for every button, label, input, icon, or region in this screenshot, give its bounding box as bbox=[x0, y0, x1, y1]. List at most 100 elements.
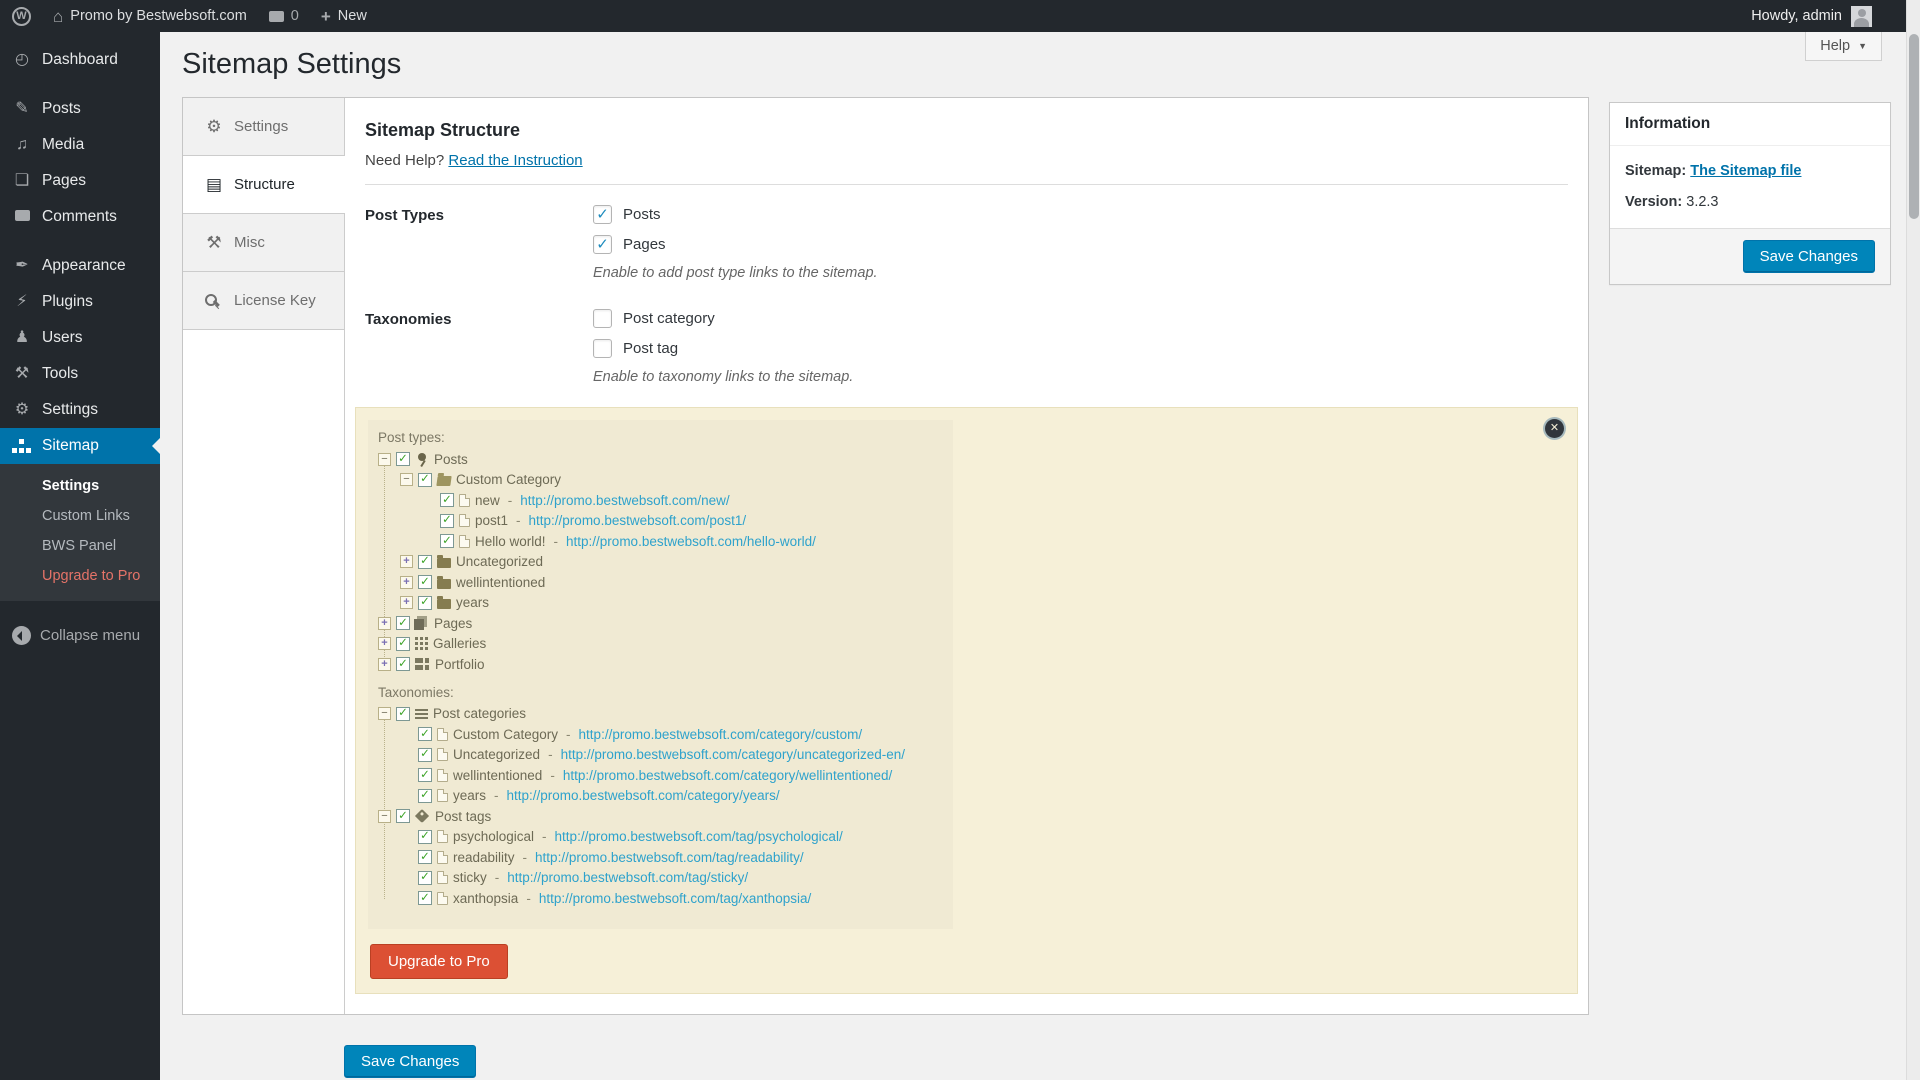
comments-icon bbox=[11, 209, 33, 225]
checkbox-option-pages[interactable]: Pages bbox=[593, 235, 1568, 254]
sidebar-item-plugins[interactable]: ⚡Plugins bbox=[0, 284, 160, 320]
sidebar-item-posts[interactable]: ✎Posts bbox=[0, 91, 160, 127]
node-url-link[interactable]: http://promo.bestwebsoft.com/tag/sticky/ bbox=[507, 870, 748, 885]
sidebar-item-pages[interactable]: ❏Pages bbox=[0, 163, 160, 199]
tab-misc[interactable]: ⚒Misc bbox=[183, 214, 344, 272]
expander-slot bbox=[400, 728, 413, 741]
tab-settings[interactable]: ⚙Settings bbox=[183, 98, 344, 156]
node-checkbox[interactable]: ✓ bbox=[396, 616, 410, 630]
expand-node-icon[interactable]: + bbox=[400, 576, 413, 589]
node-url-link[interactable]: http://promo.bestwebsoft.com/new/ bbox=[520, 493, 729, 508]
node-checkbox[interactable]: ✓ bbox=[418, 748, 432, 762]
node-checkbox[interactable]: ✓ bbox=[418, 727, 432, 741]
sidebar-item-label: Comments bbox=[42, 208, 117, 226]
sidebar-item-tools[interactable]: ⚒Tools bbox=[0, 356, 160, 392]
node-separator: - bbox=[566, 727, 571, 742]
upgrade-to-pro-button[interactable]: Upgrade to Pro bbox=[370, 944, 508, 979]
expand-node-icon[interactable]: + bbox=[400, 596, 413, 609]
submenu-item-settings[interactable]: Settings bbox=[0, 471, 160, 501]
sidebar-item-sitemap[interactable]: Sitemap bbox=[0, 428, 160, 464]
node-checkbox[interactable]: ✓ bbox=[418, 596, 432, 610]
scrollbar-thumb[interactable] bbox=[1909, 34, 1919, 219]
sitemap-tree: Post types:−✓Posts−✓Custom Category✓new-… bbox=[368, 420, 953, 929]
divider bbox=[365, 184, 1568, 185]
node-url-link[interactable]: http://promo.bestwebsoft.com/tag/xanthop… bbox=[539, 891, 811, 906]
tab-license-key[interactable]: License Key bbox=[183, 272, 344, 330]
node-checkbox[interactable]: ✓ bbox=[418, 575, 432, 589]
close-icon[interactable]: ✕ bbox=[1545, 419, 1564, 438]
expand-node-icon[interactable]: + bbox=[378, 658, 391, 671]
read-instruction-link[interactable]: Read the Instruction bbox=[448, 152, 582, 169]
node-checkbox[interactable]: ✓ bbox=[396, 707, 410, 721]
sitemap-icon bbox=[11, 438, 33, 454]
node-url-link[interactable]: http://promo.bestwebsoft.com/hello-world… bbox=[566, 534, 816, 549]
sitemap-file-link[interactable]: The Sitemap file bbox=[1690, 163, 1801, 179]
checkbox[interactable] bbox=[593, 205, 612, 224]
node-url-link[interactable]: http://promo.bestwebsoft.com/category/cu… bbox=[579, 727, 863, 742]
sidebar-item-media[interactable]: ♫Media bbox=[0, 127, 160, 163]
node-checkbox[interactable]: ✓ bbox=[418, 473, 432, 487]
users-icon: ♟ bbox=[11, 330, 33, 346]
checkbox[interactable] bbox=[593, 339, 612, 358]
node-url-link[interactable]: http://promo.bestwebsoft.com/tag/readabi… bbox=[535, 850, 804, 865]
tab-structure[interactable]: ▤Structure bbox=[183, 156, 345, 214]
expander-slot bbox=[422, 494, 435, 507]
checkbox-option-posts[interactable]: Posts bbox=[593, 205, 1568, 224]
version-label: Version: bbox=[1625, 194, 1682, 210]
wordpress-logo-menu[interactable]: W bbox=[12, 7, 31, 26]
node-url-link[interactable]: http://promo.bestwebsoft.com/category/un… bbox=[561, 747, 905, 762]
collapse-menu-button[interactable]: Collapse menu bbox=[0, 615, 160, 656]
comments-menu[interactable]: 0 bbox=[269, 8, 299, 24]
expand-node-icon[interactable]: + bbox=[400, 555, 413, 568]
site-name-link[interactable]: ⌂ Promo by Bestwebsoft.com bbox=[53, 8, 247, 25]
scrollbar-track[interactable] bbox=[1906, 0, 1920, 1080]
node-checkbox[interactable]: ✓ bbox=[396, 657, 410, 671]
howdy-account-menu[interactable]: Howdy, admin bbox=[1751, 8, 1842, 24]
tree-node: + ✓ Portfolio bbox=[378, 654, 943, 675]
collapse-node-icon[interactable]: − bbox=[378, 453, 391, 466]
sidebar-item-comments[interactable]: Comments bbox=[0, 199, 160, 235]
node-url-link[interactable]: http://promo.bestwebsoft.com/post1/ bbox=[529, 513, 747, 528]
collapse-node-icon[interactable]: − bbox=[378, 707, 391, 720]
node-checkbox[interactable]: ✓ bbox=[418, 850, 432, 864]
submenu-item-bws-panel[interactable]: BWS Panel bbox=[0, 531, 160, 561]
expand-node-icon[interactable]: + bbox=[378, 617, 391, 630]
node-checkbox[interactable]: ✓ bbox=[418, 871, 432, 885]
info-save-changes-button[interactable]: Save Changes bbox=[1743, 240, 1875, 273]
checkbox[interactable] bbox=[593, 235, 612, 254]
node-checkbox[interactable]: ✓ bbox=[418, 555, 432, 569]
node-checkbox[interactable]: ✓ bbox=[440, 514, 454, 528]
node-checkbox[interactable]: ✓ bbox=[396, 809, 410, 823]
checkbox-option-post-tag[interactable]: Post tag bbox=[593, 339, 1568, 358]
expand-node-icon[interactable]: + bbox=[378, 637, 391, 650]
node-checkbox[interactable]: ✓ bbox=[418, 768, 432, 782]
help-button[interactable]: Help ▼ bbox=[1805, 32, 1882, 61]
expander-slot bbox=[400, 830, 413, 843]
node-checkbox[interactable]: ✓ bbox=[440, 493, 454, 507]
checkbox[interactable] bbox=[593, 309, 612, 328]
new-button[interactable]: + New bbox=[321, 8, 367, 25]
submenu-item-custom-links[interactable]: Custom Links bbox=[0, 501, 160, 531]
sidebar-item-label: Pages bbox=[42, 172, 86, 190]
node-checkbox[interactable]: ✓ bbox=[440, 534, 454, 548]
node-separator: - bbox=[494, 788, 499, 803]
save-changes-button[interactable]: Save Changes bbox=[344, 1045, 476, 1078]
collapse-node-icon[interactable]: − bbox=[378, 810, 391, 823]
sidebar-item-settings[interactable]: ⚙Settings bbox=[0, 392, 160, 428]
node-url-link[interactable]: http://promo.bestwebsoft.com/category/we… bbox=[563, 768, 892, 783]
sidebar-item-dashboard[interactable]: ◴Dashboard bbox=[0, 42, 160, 78]
user-avatar[interactable] bbox=[1851, 6, 1872, 27]
node-checkbox[interactable]: ✓ bbox=[418, 830, 432, 844]
node-url-link[interactable]: http://promo.bestwebsoft.com/tag/psychol… bbox=[555, 829, 843, 844]
checkbox-option-post-category[interactable]: Post category bbox=[593, 309, 1568, 328]
node-checkbox[interactable]: ✓ bbox=[396, 452, 410, 466]
node-checkbox[interactable]: ✓ bbox=[418, 891, 432, 905]
collapse-node-icon[interactable]: − bbox=[400, 473, 413, 486]
node-url-link[interactable]: http://promo.bestwebsoft.com/category/ye… bbox=[507, 788, 780, 803]
sidebar-item-appearance[interactable]: ✒Appearance bbox=[0, 248, 160, 284]
node-label: Portfolio bbox=[435, 657, 485, 672]
sidebar-item-users[interactable]: ♟Users bbox=[0, 320, 160, 356]
node-checkbox[interactable]: ✓ bbox=[396, 637, 410, 651]
submenu-item-upgrade-to-pro[interactable]: Upgrade to Pro bbox=[0, 561, 160, 591]
node-checkbox[interactable]: ✓ bbox=[418, 789, 432, 803]
